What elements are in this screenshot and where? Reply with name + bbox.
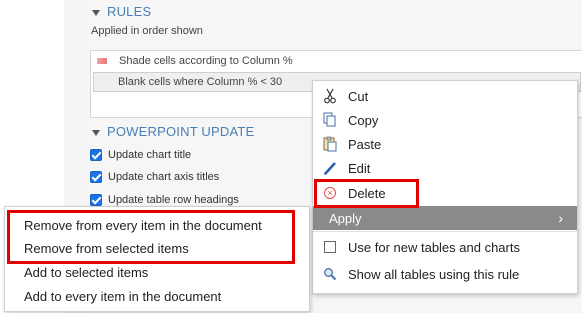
menu-label: Use for new tables and charts (348, 239, 520, 255)
menu-item-show-all[interactable]: Show all tables using this rule (313, 262, 577, 286)
rules-title: RULES (107, 4, 152, 19)
menu-item-paste[interactable]: Paste (313, 132, 577, 156)
checkbox-icon[interactable] (322, 239, 338, 255)
option-label: Update chart title (108, 149, 192, 161)
remove-highlight-box (7, 210, 295, 264)
menu-item-apply[interactable]: Apply › (313, 206, 577, 230)
delete-highlight-box (314, 179, 419, 208)
paste-icon (322, 136, 338, 152)
menu-label: Copy (348, 112, 379, 128)
screen: RULES Applied in order shown Shade cells… (0, 0, 582, 313)
menu-label: Cut (348, 88, 369, 104)
powerpoint-title: POWERPOINT UPDATE (107, 124, 255, 139)
chevron-right-icon: › (558, 210, 563, 226)
menu-item-edit[interactable]: Edit (313, 156, 577, 180)
menu-label: Show all tables using this rule (348, 266, 520, 282)
menu-item-use-for-new[interactable]: Use for new tables and charts (313, 235, 577, 259)
option-label: Update table row headings (108, 194, 239, 206)
powerpoint-section-header[interactable]: POWERPOINT UPDATE (92, 124, 254, 139)
menu-item-cut[interactable]: Cut (313, 84, 577, 108)
menu-item-copy[interactable]: Copy (313, 108, 577, 132)
submenu-label: Add to every item in the document (24, 288, 222, 304)
menu-label: Paste (348, 136, 382, 152)
option-update-axis-titles[interactable]: Update chart axis titles (90, 168, 219, 186)
menu-label: Apply (329, 210, 362, 226)
shade-swatch-icon (97, 58, 107, 64)
menu-separator (313, 231, 577, 232)
checkbox-checked[interactable] (90, 171, 102, 183)
collapse-triangle-icon (92, 9, 100, 16)
checkbox-checked[interactable] (90, 194, 102, 206)
option-label: Update chart axis titles (108, 171, 220, 183)
rules-subtitle: Applied in order shown (91, 25, 203, 37)
submenu-item-add-every[interactable]: Add to every item in the document (5, 284, 309, 308)
collapse-triangle-icon (92, 129, 100, 136)
copy-icon (322, 112, 338, 128)
option-update-chart-title[interactable]: Update chart title (90, 146, 191, 164)
rules-section-header[interactable]: RULES (92, 4, 151, 19)
magnifier-icon (322, 266, 338, 282)
scissors-icon (322, 88, 338, 104)
pencil-icon (322, 160, 338, 176)
rule-label: Blank cells where Column % < 30 (118, 76, 283, 88)
checkbox-checked[interactable] (90, 149, 102, 161)
menu-label: Edit (348, 160, 371, 176)
rule-label: Shade cells according to Column % (119, 55, 293, 67)
submenu-label: Add to selected items (24, 264, 149, 280)
rule-item[interactable]: Shade cells according to Column % (91, 51, 582, 71)
